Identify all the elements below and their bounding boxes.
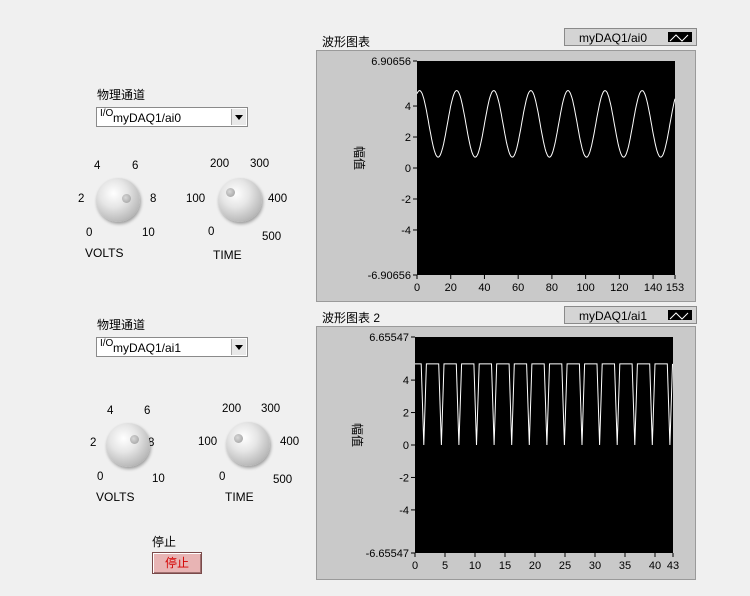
time-tick-300: 300 bbox=[261, 403, 281, 415]
graph-title-2: 波形图表 2 bbox=[322, 311, 381, 325]
volts-tick-0: 0 bbox=[97, 471, 104, 483]
x-tick-label: 40 bbox=[649, 560, 661, 572]
y-tick-label: 4 bbox=[403, 375, 409, 387]
time-tick-200: 200 bbox=[210, 158, 230, 170]
waveform-chart-2: 幅值 6.65547 4 2 0 -2 -4 -6.65547 0 5 10 15 20 25 30 35 40… bbox=[316, 326, 696, 580]
physical-channel-select-1[interactable]: I/O myDAQ1/ai0 bbox=[96, 107, 248, 127]
waveform-icon bbox=[668, 32, 692, 42]
x-tick-label: 60 bbox=[512, 282, 524, 294]
waveform-chart-2-svg: 幅值6.65547420-2-4-6.655470 5 10 15 20 25 30 35 40… bbox=[350, 332, 679, 572]
y-tick-label: -6.65547 bbox=[366, 548, 409, 560]
volts-label-2: VOLTS bbox=[96, 490, 135, 504]
y-tick-label: 0 bbox=[405, 163, 411, 175]
graph-title-1: 波形图表 bbox=[322, 35, 371, 49]
time-knob-dial-1[interactable] bbox=[218, 178, 262, 222]
waveform-chart-1-svg: 幅值6.90656420-2-4-6.906560 20 40 60 80 100 120 1… bbox=[352, 56, 684, 294]
waveform-icon bbox=[668, 310, 692, 320]
volts-tick-2: 2 bbox=[90, 437, 97, 449]
volts-tick-4: 4 bbox=[107, 405, 114, 417]
time-tick-100: 100 bbox=[186, 193, 206, 205]
plot-area bbox=[417, 61, 675, 275]
volts-knob-2[interactable]: 4 6 2 8 0 10 VOLTS bbox=[90, 397, 180, 507]
y-tick-label: -4 bbox=[399, 505, 409, 517]
physical-channel-select-2[interactable]: I/O myDAQ1/ai1 bbox=[96, 337, 248, 357]
time-label-1: TIME bbox=[213, 248, 242, 262]
time-tick-0: 0 bbox=[208, 226, 215, 238]
volts-tick-6: 6 bbox=[144, 405, 151, 417]
time-tick-0: 0 bbox=[219, 471, 226, 483]
plot-legend-2[interactable]: myDAQ1/ai1 bbox=[564, 306, 697, 324]
legend-label: myDAQ1/ai0 bbox=[579, 31, 648, 45]
time-tick-500: 500 bbox=[273, 474, 293, 486]
y-tick-label: 0 bbox=[403, 440, 409, 452]
volts-knob-1[interactable]: 4 6 2 8 0 10 VOLTS bbox=[78, 150, 168, 260]
waveform-chart-1: 幅值 6.90656 4 2 0 -2 -4 -6.90656 0 20 40 60 80 100 120 1… bbox=[316, 50, 696, 302]
y-tick-label: 4 bbox=[405, 101, 411, 113]
y-tick-label: -4 bbox=[401, 225, 411, 237]
x-tick-label: 15 bbox=[499, 560, 511, 572]
time-knob-2[interactable]: 200 300 100 400 0 500 TIME bbox=[198, 400, 310, 510]
volts-tick-8: 8 bbox=[150, 193, 157, 205]
x-tick-label: 40 bbox=[478, 282, 490, 294]
volts-knob-dial-1[interactable] bbox=[96, 178, 140, 222]
y-tick-label: -6.90656 bbox=[368, 270, 411, 282]
x-tick-label: 35 bbox=[619, 560, 631, 572]
volts-tick-0: 0 bbox=[86, 227, 93, 239]
x-tick-label: 5 bbox=[442, 560, 448, 572]
y-axis-label: 幅值 bbox=[350, 423, 365, 447]
plot-legend-1[interactable]: myDAQ1/ai0 bbox=[564, 28, 697, 46]
channel-value: myDAQ1/ai0 bbox=[113, 111, 182, 125]
time-tick-200: 200 bbox=[222, 403, 242, 415]
y-axis-label: 幅值 bbox=[352, 146, 367, 170]
chevron-down-icon[interactable] bbox=[231, 339, 246, 355]
time-tick-300: 300 bbox=[250, 158, 270, 170]
time-knob-1[interactable]: 200 300 100 400 0 500 TIME bbox=[186, 152, 298, 264]
x-tick-label: 43 bbox=[667, 560, 679, 572]
physical-channel-label-2: 物理通道 bbox=[97, 318, 146, 332]
y-tick-label: 6.65547 bbox=[369, 332, 409, 344]
x-tick-label: 25 bbox=[559, 560, 571, 572]
y-tick-label: -2 bbox=[399, 472, 409, 484]
volts-tick-6: 6 bbox=[132, 160, 139, 172]
x-tick-label: 80 bbox=[546, 282, 558, 294]
y-tick-label: 6.90656 bbox=[371, 56, 411, 68]
io-icon: I/O bbox=[100, 338, 114, 349]
x-tick-label: 20 bbox=[529, 560, 541, 572]
physical-channel-label-1: 物理通道 bbox=[97, 88, 146, 102]
x-tick-label: 153 bbox=[666, 282, 684, 294]
x-tick-label: 20 bbox=[445, 282, 457, 294]
time-tick-500: 500 bbox=[262, 231, 282, 243]
y-tick-label: -2 bbox=[401, 194, 411, 206]
x-tick-label: 120 bbox=[610, 282, 628, 294]
time-label-2: TIME bbox=[225, 490, 254, 504]
legend-label: myDAQ1/ai1 bbox=[579, 309, 648, 323]
volts-tick-10: 10 bbox=[142, 227, 155, 239]
time-tick-400: 400 bbox=[268, 193, 288, 205]
io-icon: I/O bbox=[100, 108, 114, 119]
chevron-down-icon[interactable] bbox=[231, 109, 246, 125]
volts-knob-dial-2[interactable] bbox=[106, 423, 150, 467]
volts-label-1: VOLTS bbox=[85, 246, 124, 260]
time-tick-100: 100 bbox=[198, 436, 218, 448]
stop-label: 停止 bbox=[152, 535, 177, 549]
x-tick-label: 140 bbox=[644, 282, 662, 294]
volts-tick-2: 2 bbox=[78, 193, 85, 205]
time-knob-dial-2[interactable] bbox=[226, 422, 270, 466]
x-tick-label: 0 bbox=[412, 560, 418, 572]
y-tick-label: 2 bbox=[403, 408, 409, 420]
x-tick-label: 30 bbox=[589, 560, 601, 572]
volts-tick-4: 4 bbox=[94, 160, 101, 172]
x-tick-label: 10 bbox=[469, 560, 481, 572]
time-tick-400: 400 bbox=[280, 436, 300, 448]
y-tick-label: 2 bbox=[405, 132, 411, 144]
x-tick-label: 0 bbox=[414, 282, 420, 294]
volts-tick-10: 10 bbox=[152, 473, 165, 485]
x-tick-label: 100 bbox=[576, 282, 594, 294]
stop-button[interactable]: 停止 bbox=[152, 552, 202, 574]
channel-value: myDAQ1/ai1 bbox=[113, 341, 182, 355]
